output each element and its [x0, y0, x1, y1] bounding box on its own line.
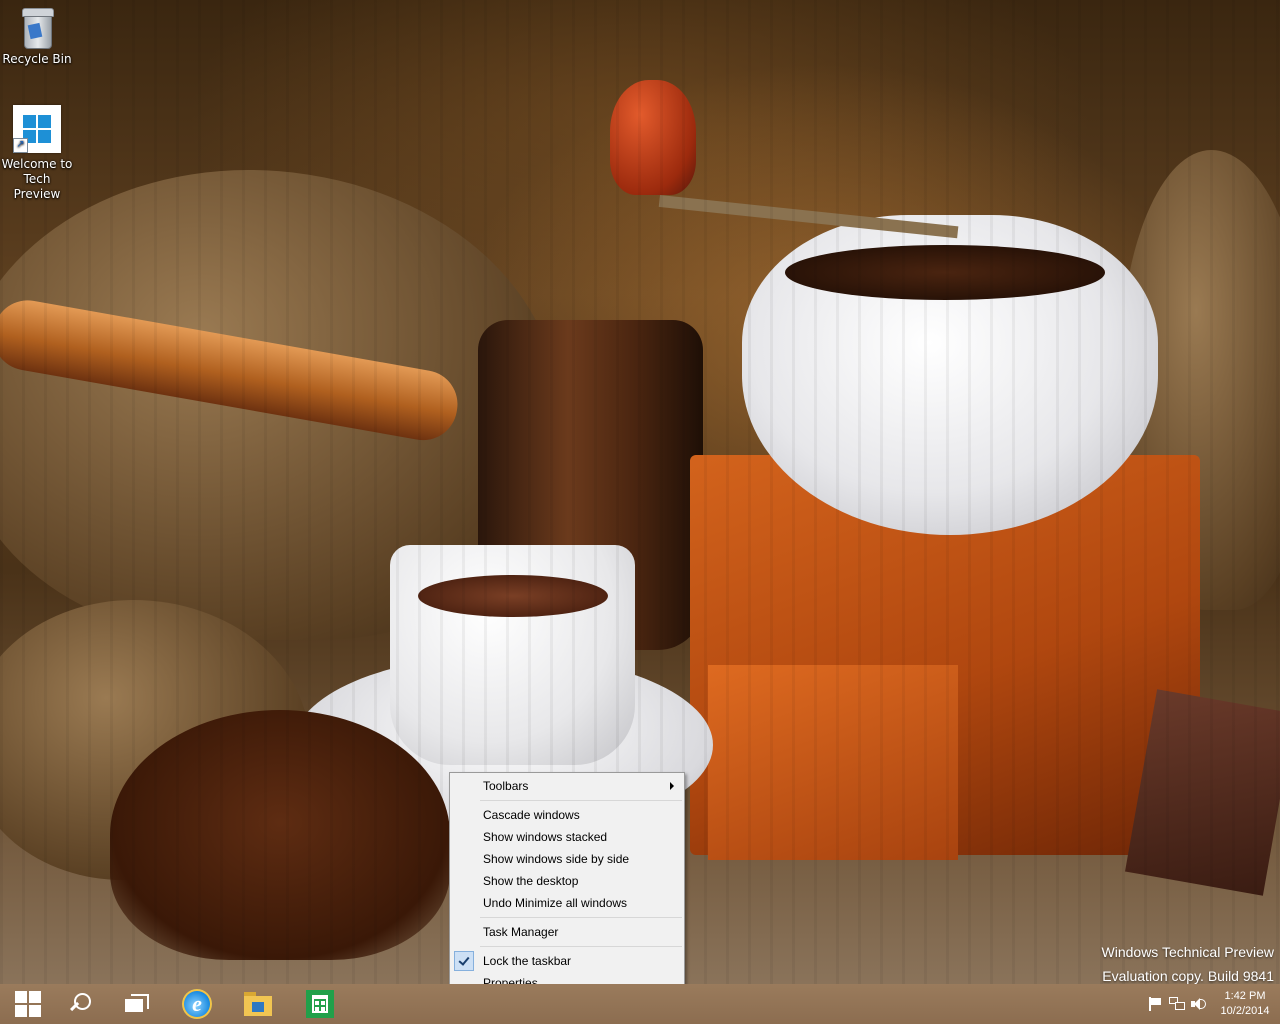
menu-item-toolbars-label: Toolbars — [483, 779, 529, 793]
evaluation-watermark: Windows Technical Preview Evaluation cop… — [1102, 940, 1274, 988]
menu-item-show-desktop-label: Show the desktop — [483, 874, 579, 888]
menu-item-cascade-label: Cascade windows — [483, 808, 580, 822]
coffee-beans-pile — [110, 710, 450, 960]
network-icon — [1169, 997, 1185, 1011]
internet-explorer-button[interactable]: e — [169, 984, 225, 1024]
menu-item-task-manager[interactable]: Task Manager — [450, 921, 684, 943]
grinder-drawer — [708, 665, 958, 860]
crank-knob — [610, 80, 696, 195]
grinder-box — [690, 455, 1200, 855]
checkmark-icon — [454, 951, 474, 971]
menu-item-show-the-desktop[interactable]: Show the desktop — [450, 870, 684, 892]
action-center-button[interactable] — [1144, 984, 1166, 1024]
burlap-sack-front — [0, 600, 310, 880]
network-button[interactable] — [1166, 984, 1188, 1024]
chocolate-bar — [1125, 689, 1280, 896]
grinder-bowl — [742, 215, 1158, 535]
menu-separator — [480, 917, 682, 918]
file-explorer-button[interactable] — [230, 984, 286, 1024]
search-icon — [68, 992, 92, 1016]
file-explorer-icon — [244, 992, 272, 1016]
menu-item-show-windows-stacked[interactable]: Show windows stacked — [450, 826, 684, 848]
store-icon — [306, 990, 334, 1018]
menu-item-undo-minimize[interactable]: Undo Minimize all windows — [450, 892, 684, 914]
taskbar-context-menu: Toolbars Cascade windows Show windows st… — [449, 772, 685, 997]
action-center-flag-icon — [1148, 997, 1162, 1011]
coffee-surface — [418, 575, 608, 617]
grinder-crank — [658, 195, 959, 239]
task-view-icon — [125, 994, 149, 1014]
internet-explorer-icon: e — [182, 989, 212, 1019]
submenu-arrow-icon — [670, 782, 674, 790]
system-tray: 1:42 PM 10/2/2014 — [1144, 984, 1280, 1024]
wooden-handle — [0, 295, 463, 446]
task-view-button[interactable] — [109, 984, 165, 1024]
recycle-bin-icon — [20, 8, 54, 49]
menu-separator — [480, 800, 682, 801]
burlap-sack-left — [0, 170, 560, 640]
beans-in-bowl — [785, 245, 1105, 300]
shortcut-arrow-icon: ↗ — [13, 138, 28, 153]
menu-item-side-by-side-label: Show windows side by side — [483, 852, 630, 866]
menu-item-task-manager-label: Task Manager — [483, 925, 559, 939]
menu-item-toolbars[interactable]: Toolbars — [450, 775, 684, 797]
start-icon — [15, 991, 41, 1017]
menu-item-undo-minimize-label: Undo Minimize all windows — [483, 896, 628, 910]
clock-date: 10/2/2014 — [1220, 1005, 1270, 1017]
menu-item-lock-taskbar-label: Lock the taskbar — [483, 954, 572, 968]
volume-icon — [1191, 997, 1207, 1011]
menu-item-show-windows-side-by-side[interactable]: Show windows side by side — [450, 848, 684, 870]
volume-button[interactable] — [1188, 984, 1210, 1024]
recycle-bin-label: Recycle Bin — [2, 52, 72, 66]
store-button[interactable] — [292, 984, 348, 1024]
menu-item-lock-the-taskbar[interactable]: Lock the taskbar — [450, 950, 684, 972]
menu-separator — [480, 946, 682, 947]
coffee-cup — [390, 545, 635, 765]
menu-item-stacked-label: Show windows stacked — [483, 830, 608, 844]
taskbar[interactable]: e 1:42 PM 10/2/2014 — [0, 984, 1280, 1024]
clock[interactable]: 1:42 PM 10/2/2014 — [1210, 989, 1280, 1019]
windows-shortcut-icon: ↗ — [13, 105, 61, 153]
copper-coffee-pot — [478, 320, 703, 650]
watermark-line1: Windows Technical Preview — [1101, 944, 1274, 960]
clock-time: 1:42 PM — [1224, 990, 1266, 1002]
start-button[interactable] — [0, 984, 56, 1024]
desktop-icon-recycle-bin[interactable]: Recycle Bin — [0, 0, 74, 67]
welcome-label-line2: Tech Preview — [13, 172, 61, 201]
welcome-label-line1: Welcome to — [1, 157, 73, 171]
desktop-icon-welcome-tech-preview[interactable]: ↗ Welcome to Tech Preview — [0, 105, 74, 202]
menu-item-cascade-windows[interactable]: Cascade windows — [450, 804, 684, 826]
burlap-sack-right — [1120, 150, 1280, 610]
search-button[interactable] — [52, 984, 108, 1024]
